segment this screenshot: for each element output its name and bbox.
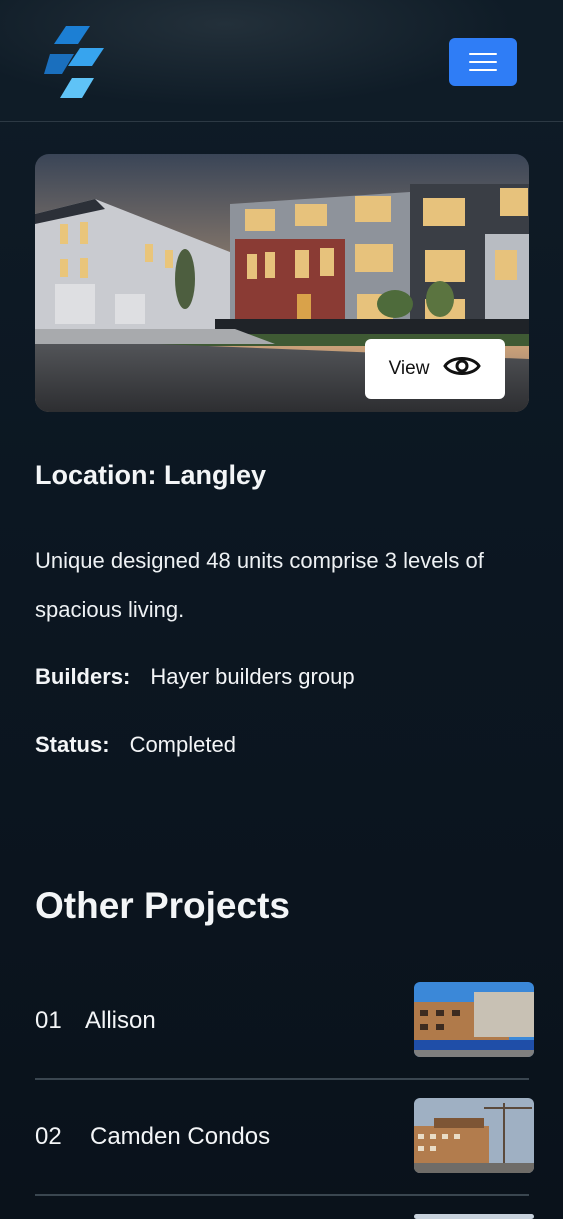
builders-row: Builders: Hayer builders group <box>35 664 355 690</box>
hamburger-menu-button[interactable] <box>449 38 517 86</box>
project-thumbnail <box>414 1214 534 1219</box>
project-name: Allison <box>85 1007 156 1034</box>
list-item[interactable]: 01 Allison <box>35 962 534 1080</box>
hamburger-menu-icon <box>469 53 497 55</box>
project-location: Location: Langley <box>35 460 267 490</box>
builders-label: Builders: <box>35 664 131 689</box>
project-description: Unique designed 48 units comprise 3 leve… <box>35 548 484 622</box>
project-hero-image: View <box>35 154 529 412</box>
project-number: 02 <box>35 1123 62 1150</box>
project-number: 01 <box>35 1007 62 1034</box>
brand-logo-icon[interactable] <box>44 26 106 100</box>
status-label: Status: <box>35 732 110 757</box>
builders-value: Hayer builders group <box>150 664 355 689</box>
list-item[interactable] <box>35 1194 534 1219</box>
view-button[interactable]: View <box>365 339 505 399</box>
status-row: Status: Completed <box>35 732 236 758</box>
list-item[interactable]: 02 Camden Condos <box>35 1078 534 1196</box>
other-projects-title: Other Projects <box>35 885 290 926</box>
project-thumbnail <box>414 1098 534 1173</box>
view-label: View <box>388 358 430 379</box>
project-thumbnail <box>414 982 534 1057</box>
status-value: Completed <box>129 732 236 757</box>
site-header <box>0 0 563 122</box>
eye-icon <box>443 353 482 385</box>
project-name: Camden Condos <box>90 1123 271 1150</box>
